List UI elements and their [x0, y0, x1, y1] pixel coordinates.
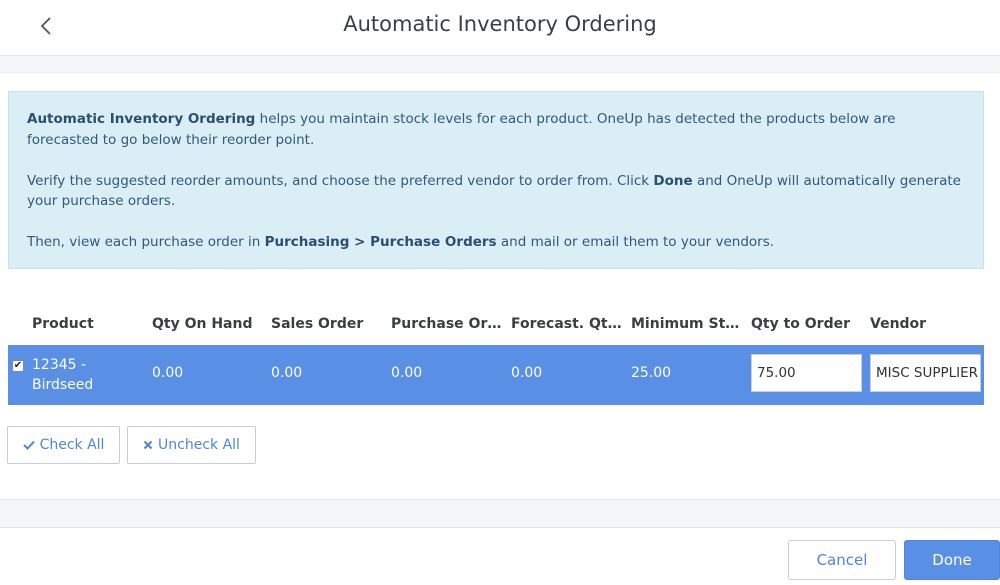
table-row[interactable]: ✔ 12345 - Birdseed 0.00 0.00 0.00 0.00 2…: [8, 345, 984, 405]
info-text: and mail or email them to your vendors.: [496, 234, 775, 250]
col-qty-to-order[interactable]: Qty to Order: [751, 316, 863, 332]
reorder-table: Product Qty On Hand Sales Order Purchase…: [8, 301, 984, 405]
check-all-button[interactable]: Check All: [7, 426, 120, 464]
sales-order-cell: 0.00: [271, 365, 303, 381]
dialog-content: Automatic Inventory Ordering helps you m…: [0, 72, 1000, 500]
info-paragraph-2: Verify the suggested reorder amounts, an…: [27, 171, 965, 212]
col-forecast-qty[interactable]: Forecast. Qty...: [511, 316, 625, 332]
done-button[interactable]: Done: [904, 540, 1000, 580]
product-code: 12345 -: [32, 357, 87, 373]
col-purchase-order[interactable]: Purchase Ord...: [391, 316, 503, 332]
info-box: Automatic Inventory Ordering helps you m…: [8, 91, 984, 269]
info-text: Then, view each purchase order in: [27, 234, 265, 250]
minimum-stock-cell: 25.00: [631, 365, 672, 381]
forecast-qty-cell: 0.00: [511, 365, 543, 381]
col-vendor[interactable]: Vendor: [870, 316, 980, 332]
col-minimum-stock[interactable]: Minimum Sto...: [631, 316, 745, 332]
uncheck-all-label: Uncheck All: [158, 437, 240, 453]
qty-to-order-input[interactable]: 75.00: [751, 354, 862, 392]
info-paragraph-1: Automatic Inventory Ordering helps you m…: [27, 109, 965, 150]
table-header: Product Qty On Hand Sales Order Purchase…: [8, 301, 984, 345]
info-feature-name: Automatic Inventory Ordering: [27, 111, 256, 127]
uncheck-all-button[interactable]: Uncheck All: [127, 426, 256, 464]
vendor-select[interactable]: MISC SUPPLIER: [870, 354, 981, 392]
dialog-header: Automatic Inventory Ordering: [0, 0, 1000, 56]
info-menu-path: Purchasing > Purchase Orders: [264, 234, 497, 250]
checkmark-icon: [22, 440, 35, 450]
x-icon: [143, 440, 153, 450]
info-done-label: Done: [653, 172, 693, 189]
col-sales-order[interactable]: Sales Order: [271, 316, 383, 332]
cancel-button[interactable]: Cancel: [788, 540, 896, 580]
dialog-footer: Cancel Done: [0, 527, 1000, 585]
product-name: Birdseed: [32, 377, 94, 393]
info-paragraph-3: Then, view each purchase order in Purcha…: [27, 232, 965, 253]
qty-on-hand-cell: 0.00: [152, 365, 184, 381]
page-title: Automatic Inventory Ordering: [343, 12, 657, 36]
product-cell: 12345 - Birdseed: [32, 355, 93, 395]
checkmark-icon: ✔: [13, 360, 23, 371]
row-checkbox[interactable]: ✔: [12, 360, 24, 372]
info-text: Verify the suggested reorder amounts, an…: [27, 172, 654, 189]
col-product[interactable]: Product: [32, 316, 142, 332]
col-qty-on-hand[interactable]: Qty On Hand: [152, 316, 264, 332]
purchase-order-cell: 0.00: [391, 365, 423, 381]
check-all-label: Check All: [39, 437, 105, 453]
